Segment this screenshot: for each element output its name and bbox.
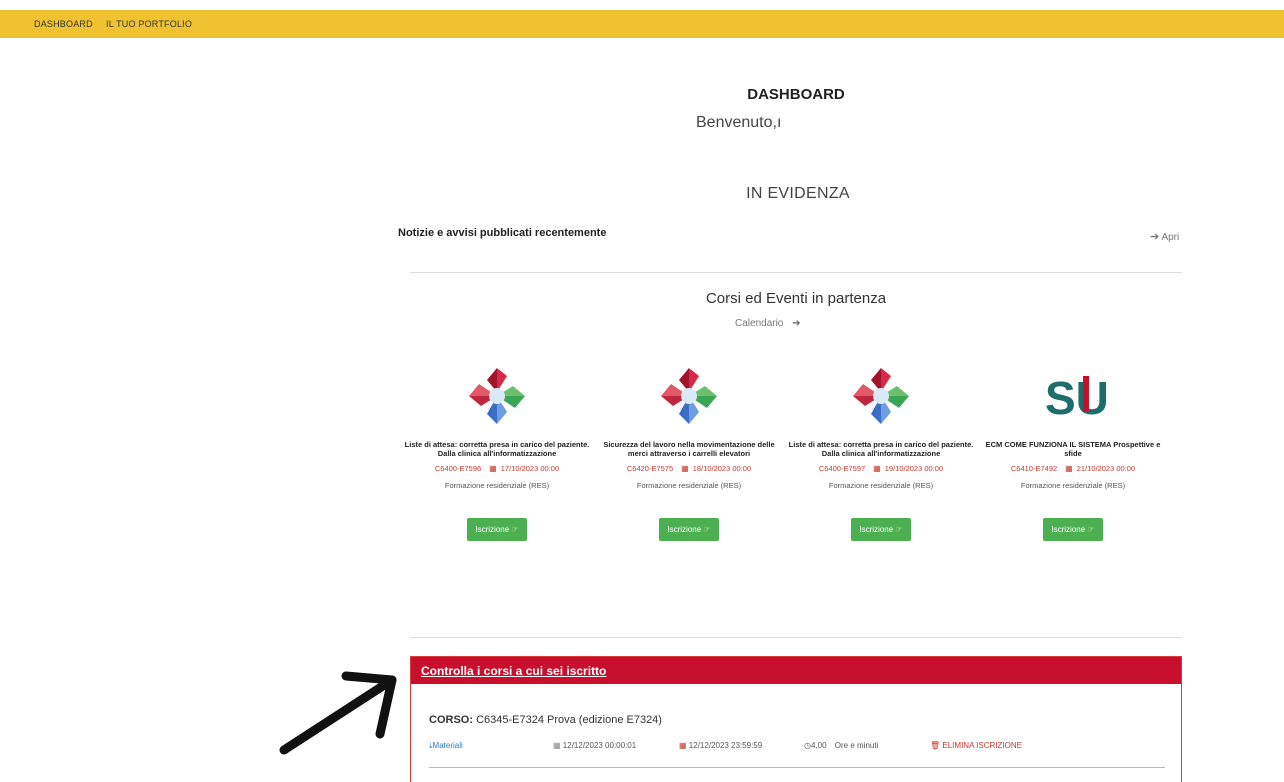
course-title: Liste di attesa: corretta presa in caric… bbox=[788, 440, 974, 458]
course-type: Formazione residenziale (RES) bbox=[1020, 481, 1126, 490]
course-meta: C6400-E7597 ▦ 19/10/2023 00:00 bbox=[785, 464, 977, 473]
course-code: C6400-E7596 bbox=[434, 464, 482, 473]
course-code: C6400-E7597 bbox=[818, 464, 866, 473]
course-meta: C6420-E7575 ▦ 18/10/2023 00:00 bbox=[593, 464, 785, 473]
su-letters-logo: SU bbox=[1045, 372, 1107, 424]
su-pinwheel-icon bbox=[469, 368, 525, 424]
enroll-button[interactable]: Iscrizione ☞ bbox=[659, 518, 719, 541]
welcome-text: Benvenuto,ı bbox=[696, 114, 782, 131]
course-date: 18/10/2023 00:00 bbox=[692, 464, 752, 473]
annotation-arrow-icon bbox=[279, 671, 397, 755]
course-type: Formazione residenziale (RES) bbox=[828, 481, 934, 490]
course-hours: ◷4,00 Ore e minuti bbox=[804, 741, 878, 750]
end-date-value: 12/12/2023 23:59:59 bbox=[688, 741, 763, 750]
course-code: C6410-E7492 bbox=[1010, 464, 1058, 473]
hand-pointer-icon: ☞ bbox=[703, 525, 711, 534]
calendar-link[interactable]: Calendario ➔ bbox=[735, 318, 801, 329]
delete-enrollment-label: ELIMINA ISCRIZIONE bbox=[942, 741, 1022, 750]
nav-portfolio-link[interactable]: IL TUO PORTFOLIO bbox=[106, 19, 192, 29]
course-title: Sicurezza del lavoro nella movimentazion… bbox=[603, 440, 775, 458]
divider bbox=[410, 637, 1182, 638]
svg-text:SU: SU bbox=[1045, 372, 1107, 424]
course-meta: C6410-E7492 ▦ 21/10/2023 00:00 bbox=[977, 464, 1169, 473]
delete-enrollment-button[interactable]: 🗑 ELIMINA ISCRIZIONE bbox=[930, 741, 1022, 750]
enrolled-courses-panel: Controlla i corsi a cui sei iscritto COR… bbox=[410, 656, 1182, 782]
materials-link[interactable]: ⤓Materiali bbox=[429, 741, 463, 751]
enrolled-panel-header: Controlla i corsi a cui sei iscritto bbox=[411, 657, 1181, 684]
calendar-icon: ▦ bbox=[489, 464, 497, 473]
clock-icon: ◷ bbox=[804, 741, 811, 750]
enroll-button-label: Iscrizione bbox=[859, 525, 894, 534]
su-pinwheel-icon bbox=[853, 368, 909, 424]
hand-pointer-icon: ☞ bbox=[1087, 525, 1095, 534]
course-date: 17/10/2023 00:00 bbox=[500, 464, 560, 473]
course-type: Formazione residenziale (RES) bbox=[636, 481, 742, 490]
course-meta: C6400-E7596 ▦ 17/10/2023 00:00 bbox=[401, 464, 593, 473]
calendar-link-label: Calendario bbox=[735, 318, 784, 329]
end-date: ▦ 12/12/2023 23:59:59 bbox=[679, 741, 762, 750]
course-date: 21/10/2023 00:00 bbox=[1076, 464, 1136, 473]
news-section-title: Notizie e avvisi pubblicati recentemente bbox=[398, 227, 607, 239]
arrow-right-icon: ➔ bbox=[792, 318, 801, 329]
top-nav-bar: DASHBOARD IL TUO PORTFOLIO bbox=[0, 10, 1284, 38]
featured-heading: IN EVIDENZA bbox=[746, 185, 850, 202]
enroll-button[interactable]: Iscrizione ☞ bbox=[851, 518, 911, 541]
enroll-button-label: Iscrizione bbox=[475, 525, 510, 534]
upcoming-courses-heading: Corsi ed Eventi in partenza bbox=[705, 290, 887, 307]
calendar-icon: ▦ bbox=[681, 464, 689, 473]
course-card: SU ECM COME FUNZIONA IL SISTEMA Prospett… bbox=[977, 362, 1169, 541]
course-name: C6345-E7324 Prova (edizione E7324) bbox=[476, 714, 662, 726]
course-title: Liste di attesa: corretta presa in caric… bbox=[404, 440, 590, 458]
hand-pointer-icon: ☞ bbox=[511, 525, 519, 534]
hand-pointer-icon: ☞ bbox=[895, 525, 903, 534]
materials-label: Materiali bbox=[432, 741, 463, 750]
nav-dashboard-link[interactable]: DASHBOARD bbox=[34, 19, 93, 29]
enroll-button-label: Iscrizione bbox=[1051, 525, 1086, 534]
divider bbox=[429, 767, 1165, 768]
course-date: 19/10/2023 00:00 bbox=[884, 464, 944, 473]
enroll-button[interactable]: Iscrizione ☞ bbox=[467, 518, 527, 541]
start-date-value: 12/12/2023 00:00:01 bbox=[562, 741, 637, 750]
course-type: Formazione residenziale (RES) bbox=[444, 481, 550, 490]
divider bbox=[410, 272, 1182, 273]
course-card: Liste di attesa: corretta presa in caric… bbox=[401, 362, 593, 541]
hours-unit: Ore e minuti bbox=[834, 741, 879, 750]
course-card: Sicurezza del lavoro nella movimentazion… bbox=[593, 362, 785, 541]
calendar-icon: ▦ bbox=[553, 741, 561, 750]
enrolled-courses-link[interactable]: Controlla i corsi a cui sei iscritto bbox=[421, 664, 606, 678]
calendar-icon: ▦ bbox=[1065, 464, 1073, 473]
course-title: ECM COME FUNZIONA IL SISTEMA Prospettive… bbox=[985, 440, 1161, 458]
enroll-button[interactable]: Iscrizione ☞ bbox=[1043, 518, 1103, 541]
enrolled-course-name: CORSO: C6345-E7324 Prova (edizione E7324… bbox=[429, 714, 662, 726]
hours-value: 4,00 bbox=[810, 741, 827, 750]
calendar-icon: ▦ bbox=[679, 741, 687, 750]
su-pinwheel-icon bbox=[661, 368, 717, 424]
calendar-icon: ▦ bbox=[873, 464, 881, 473]
course-label: CORSO: bbox=[429, 714, 473, 726]
enroll-button-label: Iscrizione bbox=[667, 525, 702, 534]
trash-icon: 🗑 bbox=[930, 741, 941, 750]
open-news-label: Apri bbox=[1161, 232, 1180, 243]
open-news-link[interactable]: ➔ Apri bbox=[1150, 230, 1179, 243]
page-title: DASHBOARD bbox=[747, 86, 845, 103]
start-date: ▦ 12/12/2023 00:00:01 bbox=[553, 741, 636, 750]
arrow-right-icon: ➔ bbox=[1150, 231, 1160, 243]
course-card: Liste di attesa: corretta presa in caric… bbox=[785, 362, 977, 541]
course-code: C6420-E7575 bbox=[626, 464, 674, 473]
